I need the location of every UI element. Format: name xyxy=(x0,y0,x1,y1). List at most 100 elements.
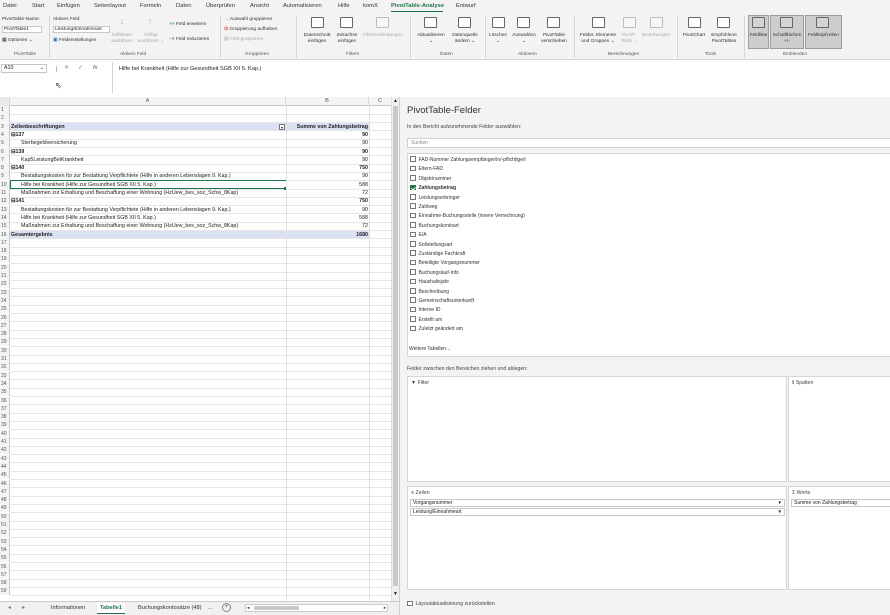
cell-a[interactable]: ⊟139 xyxy=(11,148,285,156)
cell-b[interactable]: 90 xyxy=(287,206,368,214)
cell-a[interactable]: Gesamtergebnis xyxy=(11,231,285,239)
cell-a[interactable]: Bestattungskosten für zur Bestattung Ver… xyxy=(21,206,285,214)
cell-b[interactable]: 90 xyxy=(287,139,368,147)
row-header[interactable]: 13 xyxy=(0,205,10,214)
row-field-leistung[interactable]: Leistung/Einnahmeart ▼ xyxy=(410,508,785,516)
row-header[interactable]: 36 xyxy=(0,396,10,405)
row-header[interactable]: 20 xyxy=(0,263,10,272)
cancel-icon[interactable]: ✕ xyxy=(64,65,69,71)
cell-b[interactable]: 90 xyxy=(287,172,368,180)
filter-area[interactable]: ▼ Filter xyxy=(407,376,787,482)
menu-item[interactable]: PivotTable-Analyse xyxy=(391,3,444,9)
cell-a[interactable]: Bestattungskosten für zur Bestattung Ver… xyxy=(21,172,285,180)
row-header[interactable]: 3 xyxy=(0,122,10,131)
defer-update-checkbox[interactable]: Layoutaktualisierung zurückstellen xyxy=(407,600,495,607)
checkbox[interactable] xyxy=(410,194,416,200)
row-header[interactable]: 32 xyxy=(0,363,10,372)
field-item[interactable]: Gemeinschaftsunterkunft xyxy=(410,297,474,306)
menu-item[interactable]: Start xyxy=(32,3,44,9)
more-sheets-button[interactable]: ... xyxy=(205,603,216,614)
vertical-scrollbar[interactable]: ▲ ▼ xyxy=(391,97,399,601)
cell-a[interactable]: ⊟137 xyxy=(11,131,285,139)
menu-item[interactable]: Einfügen xyxy=(57,3,80,9)
checkbox[interactable] xyxy=(410,278,416,285)
scroll-down-icon[interactable]: ▼ xyxy=(393,591,398,597)
checkbox[interactable] xyxy=(410,231,416,238)
row-header[interactable]: 7 xyxy=(0,155,10,164)
formula-input[interactable]: Hilfe bei Krankheit (Hilfe zur Gesundhei… xyxy=(112,62,890,93)
scroll-up-icon[interactable]: ▲ xyxy=(393,98,398,104)
row-header[interactable]: 47 xyxy=(0,487,10,496)
row-header[interactable]: 52 xyxy=(0,529,10,538)
row-header[interactable]: 38 xyxy=(0,413,10,422)
checkbox[interactable] xyxy=(410,316,416,322)
field-item[interactable]: Buchungskontoart xyxy=(410,222,459,231)
row-header[interactable]: 21 xyxy=(0,272,10,280)
row-header[interactable]: 34 xyxy=(0,379,10,388)
drilldown-button[interactable]: Drilldown ausführen xyxy=(108,33,136,44)
cell-b[interactable]: 90 xyxy=(287,131,368,139)
row-header[interactable]: 35 xyxy=(0,388,10,397)
scroll-left-icon[interactable]: ◂ xyxy=(247,605,249,611)
row-header[interactable]: 48 xyxy=(0,496,10,505)
row-header[interactable]: 17 xyxy=(0,238,10,247)
relationships-button[interactable]: Beziehungen xyxy=(638,33,674,39)
enter-icon[interactable]: ✓ xyxy=(78,65,83,71)
add-sheet-icon[interactable]: + xyxy=(222,603,231,612)
chevron-down-icon[interactable]: ▼ xyxy=(778,500,782,506)
cell-a[interactable]: Maßnahmen zur Erhaltung und Beschaffung … xyxy=(21,222,285,230)
row-header[interactable]: 43 xyxy=(0,454,10,463)
row-header[interactable]: 54 xyxy=(0,545,10,554)
cell-b[interactable]: Summe von Zahlungsbetrag xyxy=(287,123,368,131)
row-header[interactable]: 8 xyxy=(0,164,10,173)
recommended-pivottables-button[interactable]: Empfohlene PivotTables xyxy=(706,33,742,44)
field-settings-button[interactable]: ▣ Feldeinstellungen xyxy=(53,38,96,44)
options-button[interactable]: ▦ Optionen ⌄ xyxy=(2,38,33,44)
sheet-tab-tabelle1[interactable]: Tabelle1 xyxy=(97,603,125,614)
clear-button[interactable]: Löschen ⌄ xyxy=(486,33,510,44)
row-header[interactable]: 49 xyxy=(0,504,10,513)
scroll-thumb[interactable] xyxy=(393,106,398,586)
select-all-corner[interactable] xyxy=(0,97,10,106)
row-header[interactable]: 6 xyxy=(0,147,10,156)
row-header[interactable]: 46 xyxy=(0,479,10,488)
checkbox[interactable] xyxy=(410,306,416,313)
scroll-right-icon[interactable]: ▸ xyxy=(384,605,386,611)
scroll-thumb[interactable] xyxy=(254,606,299,610)
olap-tools-button[interactable]: OLAP- Tools ⌄ xyxy=(618,33,640,44)
field-item[interactable]: Erstellt am xyxy=(410,316,442,325)
checkbox[interactable] xyxy=(410,269,416,275)
row-header[interactable]: 18 xyxy=(0,247,10,256)
checkbox[interactable] xyxy=(410,165,416,172)
cell-a[interactable]: Zeilenbeschriftungen xyxy=(11,123,285,131)
checkbox[interactable] xyxy=(407,600,413,606)
row-header[interactable]: 37 xyxy=(0,404,10,413)
menu-item[interactable]: Seitenlayout xyxy=(94,3,126,9)
row-header[interactable]: 1 xyxy=(0,106,10,114)
menu-item[interactable]: Hilfe xyxy=(338,3,350,9)
insert-timeline-button[interactable]: Zeitachse einfügen xyxy=(332,33,362,44)
columns-area[interactable]: ⦀ Spalten xyxy=(788,376,890,482)
cell-b[interactable]: 72 xyxy=(287,189,368,197)
field-item[interactable]: Interne ID xyxy=(410,306,440,315)
row-header[interactable]: 51 xyxy=(0,521,10,529)
menu-item[interactable]: Überprüfen xyxy=(206,3,235,9)
checkbox[interactable] xyxy=(410,297,416,303)
move-pivottable-button[interactable]: PivotTable verschieben xyxy=(538,33,570,44)
menu-item[interactable]: Entwurf xyxy=(456,3,476,9)
field-item[interactable]: E/A xyxy=(410,231,427,240)
field-item[interactable]: Zahlweg xyxy=(410,203,437,212)
checkbox[interactable] xyxy=(410,184,416,191)
cell-a[interactable]: ⊟141 xyxy=(11,197,285,205)
field-item[interactable]: Leistungserbringer xyxy=(410,194,460,203)
row-header[interactable]: 2 xyxy=(0,114,10,123)
row-header[interactable]: 59 xyxy=(0,587,10,596)
row-header[interactable]: 5 xyxy=(0,139,10,148)
row-header[interactable]: 19 xyxy=(0,255,10,264)
row-header[interactable]: 27 xyxy=(0,321,10,330)
insert-slicer-button[interactable]: Datenschnitt einfügen xyxy=(300,33,334,44)
active-field-input[interactable]: Leistung/Einnahmeart xyxy=(53,26,110,33)
checkbox[interactable] xyxy=(410,203,416,209)
checkbox[interactable] xyxy=(410,325,416,332)
row-header[interactable]: 33 xyxy=(0,371,10,380)
